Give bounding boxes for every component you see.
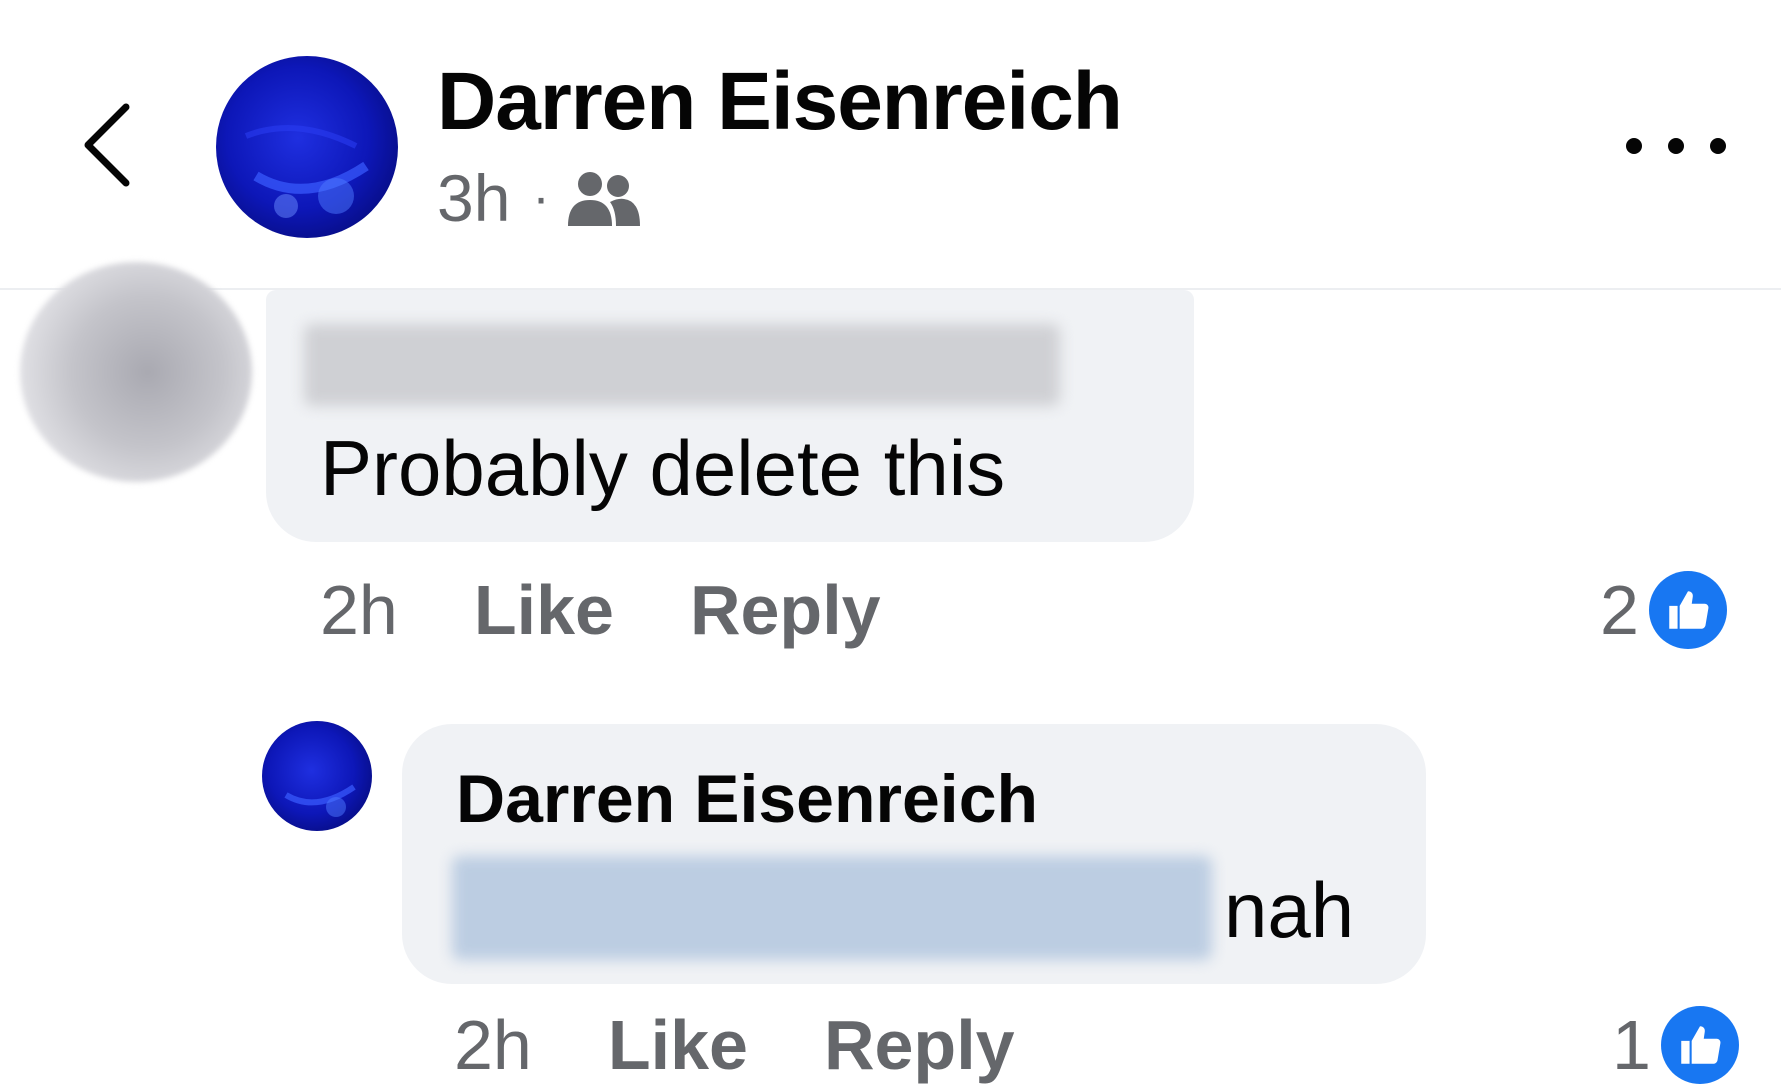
post-author-name[interactable]: Darren Eisenreich	[437, 52, 1123, 152]
more-options-button[interactable]	[1626, 118, 1726, 174]
comment-time[interactable]: 2h	[320, 565, 398, 655]
more-options-icon	[1626, 138, 1642, 154]
back-button[interactable]	[72, 100, 142, 190]
chevron-left-icon	[84, 103, 130, 187]
author-avatar[interactable]	[216, 56, 398, 238]
like-reaction-icon	[1648, 571, 1727, 649]
reply-button[interactable]: Reply	[690, 565, 881, 655]
reply-time[interactable]: 2h	[454, 1000, 532, 1090]
reply-text: nah	[1224, 866, 1355, 954]
like-button[interactable]: Like	[474, 565, 614, 655]
commenter-avatar[interactable]	[20, 262, 252, 482]
post-time[interactable]: 3h	[437, 158, 510, 238]
reply-button[interactable]: Reply	[824, 1000, 1015, 1090]
reaction-summary[interactable]: 1	[1612, 1000, 1739, 1090]
comment-text: Probably delete this	[320, 424, 1006, 512]
like-reaction-icon	[1660, 1006, 1739, 1084]
reply-author-name[interactable]: Darren Eisenreich	[456, 754, 1038, 844]
mention-redacted	[452, 856, 1212, 960]
meta-separator: ·	[532, 169, 550, 227]
reply-actions: 2h Like Reply	[454, 1000, 1015, 1090]
reply-author-avatar[interactable]	[262, 721, 372, 831]
commenter-name-redacted	[304, 324, 1060, 406]
reaction-count: 1	[1612, 1006, 1651, 1084]
post-header: Darren Eisenreich 3h ·	[0, 0, 1781, 290]
reaction-summary[interactable]: 2	[1600, 565, 1727, 655]
friends-icon	[567, 172, 640, 226]
comment-actions: 2h Like Reply	[320, 565, 881, 655]
post-meta: 3h ·	[437, 158, 642, 238]
like-button[interactable]: Like	[608, 1000, 748, 1090]
reaction-count: 2	[1600, 571, 1639, 649]
